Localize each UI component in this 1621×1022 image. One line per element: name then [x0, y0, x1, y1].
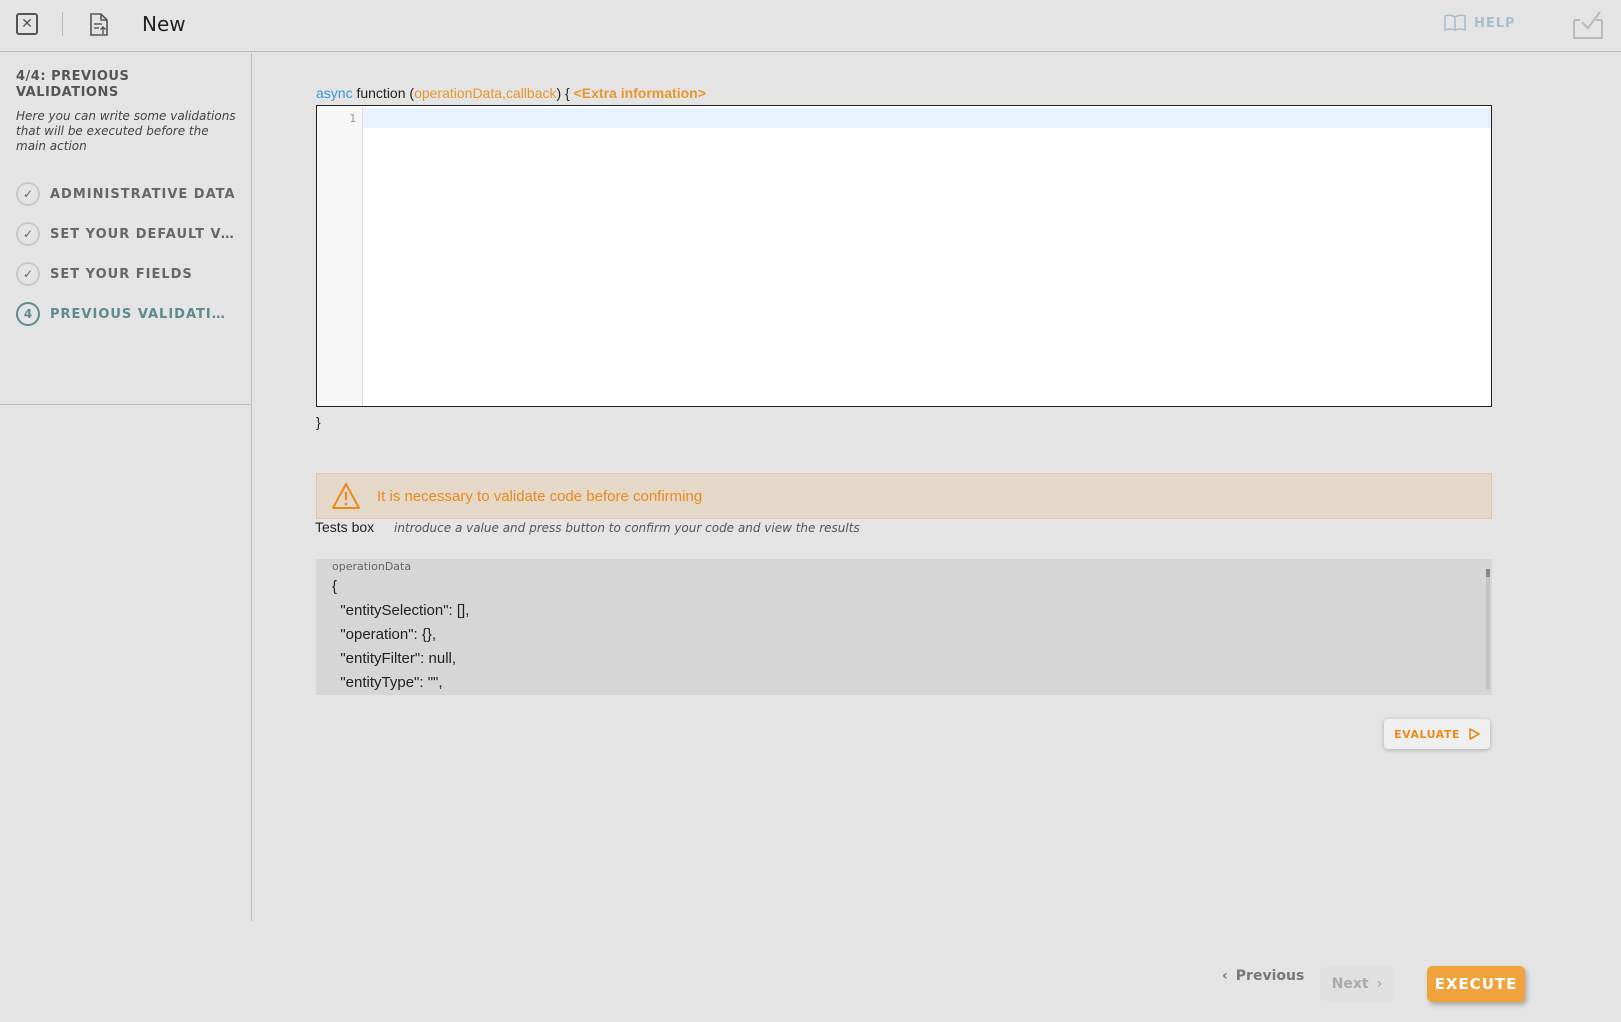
warning-text: It is necessary to validate code before …	[377, 487, 703, 505]
scroll-thumb[interactable]	[1486, 569, 1490, 577]
check-icon: ✓	[16, 182, 40, 206]
steps-list: ✓ ADMINISTRATIVE DATA ✓ SET YOUR DEFAULT…	[0, 181, 252, 405]
previous-button[interactable]: ‹ Previous	[1222, 968, 1304, 984]
execute-button[interactable]: EXECUTE	[1427, 966, 1525, 1002]
next-button[interactable]: Next ›	[1320, 967, 1394, 1001]
step-label: SET YOUR DEFAULT VALUES	[50, 226, 236, 242]
help-button[interactable]: HELP	[1444, 14, 1516, 32]
tests-box-hint: introduce a value and press button to co…	[394, 521, 860, 535]
signature-keyword: async	[316, 85, 353, 101]
step-administrative-data[interactable]: ✓ ADMINISTRATIVE DATA	[16, 181, 246, 207]
book-icon	[1444, 14, 1466, 32]
closing-brace: }	[316, 414, 321, 430]
warning-icon	[332, 483, 360, 509]
previous-label: Previous	[1235, 968, 1305, 984]
signature-close: ) {	[556, 85, 570, 101]
tests-box-label: Tests box	[315, 519, 375, 535]
next-label: Next	[1331, 976, 1369, 992]
document-upload-icon[interactable]	[88, 13, 110, 37]
evaluate-label: EVALUATE	[1394, 727, 1460, 741]
validation-warning: It is necessary to validate code before …	[316, 473, 1492, 519]
signature-params: operationData,callback	[414, 85, 557, 101]
step-label: SET YOUR FIELDS	[50, 266, 193, 282]
step-label: ADMINISTRATIVE DATA	[50, 186, 236, 202]
function-signature: async function (operationData,callback) …	[316, 85, 706, 101]
top-bar: ✕ New HELP	[0, 0, 1621, 52]
scrollbar[interactable]	[1486, 569, 1490, 689]
chevron-right-icon: ›	[1376, 976, 1383, 992]
chevron-left-icon: ‹	[1222, 968, 1228, 984]
check-icon: ✓	[16, 222, 40, 246]
extra-information-link[interactable]: <Extra information>	[574, 85, 706, 101]
line-number: 1	[349, 112, 356, 125]
evaluate-button[interactable]: EVALUATE	[1384, 719, 1490, 749]
save-check-icon[interactable]	[1572, 10, 1604, 40]
play-icon	[1469, 728, 1480, 740]
code-editor[interactable]: 1	[316, 105, 1492, 407]
step-default-values[interactable]: ✓ SET YOUR DEFAULT VALUES	[16, 221, 246, 247]
tests-input-value[interactable]: { "entitySelection": [], "operation": {}…	[332, 575, 469, 695]
page-title: New	[142, 12, 186, 36]
tests-input[interactable]: operationData { "entitySelection": [], "…	[316, 559, 1492, 695]
close-icon[interactable]: ✕	[16, 13, 38, 35]
tests-input-caption: operationData	[332, 560, 412, 573]
line-gutter: 1	[317, 106, 363, 406]
signature-function: function (	[356, 85, 415, 101]
sidebar: 4/4: PREVIOUS VALIDATIONS Here you can w…	[0, 53, 252, 921]
step-previous-validations[interactable]: 4 PREVIOUS VALIDATIONS	[16, 301, 246, 327]
check-icon: ✓	[16, 262, 40, 286]
step-label: PREVIOUS VALIDATIONS	[50, 306, 236, 322]
step-set-fields[interactable]: ✓ SET YOUR FIELDS	[16, 261, 246, 287]
active-line[interactable]	[363, 108, 1491, 128]
help-label: HELP	[1474, 15, 1516, 31]
divider	[62, 12, 63, 36]
step-description: Here you can write some validations that…	[16, 109, 236, 153]
step-number-badge: 4	[16, 302, 40, 326]
step-title: 4/4: PREVIOUS VALIDATIONS	[16, 69, 130, 100]
